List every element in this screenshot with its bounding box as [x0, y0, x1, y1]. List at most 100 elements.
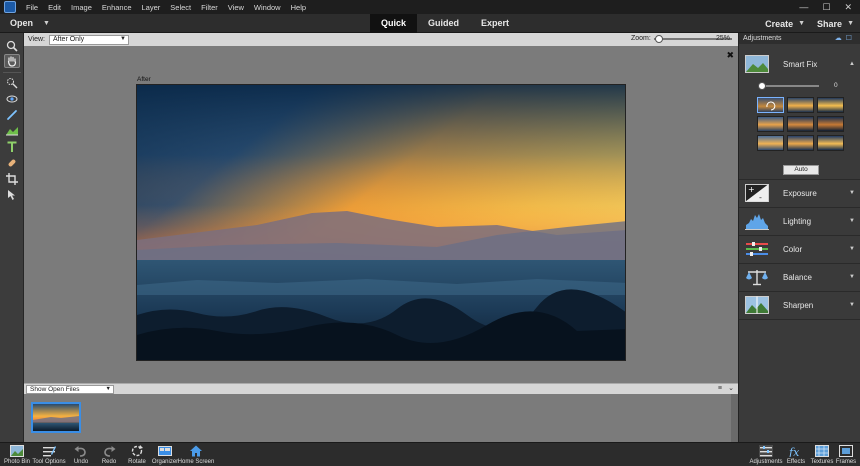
- straighten-icon: [6, 127, 18, 136]
- straighten-tool[interactable]: [4, 124, 20, 138]
- window-controls: — ☐ ✕: [799, 2, 852, 12]
- panel-divider: [739, 263, 860, 264]
- color-label: Color: [783, 244, 803, 254]
- mode-tabs: Quick Guided Expert: [370, 14, 520, 33]
- thumbnail-image: [33, 404, 79, 431]
- preset-thumbnail[interactable]: [787, 116, 814, 132]
- sharpen-header[interactable]: Sharpen ▼: [739, 294, 860, 316]
- svg-text:fx: fx: [789, 446, 800, 457]
- view-select[interactable]: After Only ▼: [49, 34, 129, 45]
- sharpen-icon: [745, 296, 769, 314]
- menu-view[interactable]: View: [228, 3, 244, 12]
- zoom-tool[interactable]: [4, 39, 20, 53]
- chevron-down-icon: ▼: [849, 302, 855, 308]
- menu-select[interactable]: Select: [170, 3, 191, 12]
- spot-healing-tool[interactable]: [4, 156, 20, 170]
- create-button[interactable]: Create ▼: [765, 19, 805, 29]
- menu-image[interactable]: Image: [71, 3, 92, 12]
- preset-thumbnail[interactable]: [787, 135, 814, 151]
- tab-quick[interactable]: Quick: [370, 14, 418, 33]
- quick-selection-tool[interactable]: [4, 76, 20, 90]
- auto-button[interactable]: Auto: [783, 165, 819, 175]
- view-select-value: After Only: [53, 36, 85, 43]
- app-logo-icon: [4, 1, 16, 13]
- share-button[interactable]: Share ▼: [817, 19, 854, 29]
- photo-bin-thumbnail[interactable]: [31, 402, 81, 433]
- crop-tool[interactable]: [4, 172, 20, 186]
- open-button[interactable]: Open ▼: [10, 18, 50, 28]
- lighting-header[interactable]: Lighting ▼: [739, 210, 860, 232]
- photo-bin-bar: Show Open Files ▼ ≡ ⌄: [24, 383, 738, 394]
- menu-file[interactable]: File: [26, 3, 38, 12]
- preset-thumbnail[interactable]: [817, 135, 844, 151]
- smart-fix-header[interactable]: Smart Fix ▲: [739, 53, 860, 75]
- frames-icon: [839, 445, 853, 457]
- smart-fix-value: 0: [834, 82, 838, 89]
- zoom-slider-thumb[interactable]: [655, 35, 664, 43]
- panel-divider: [739, 291, 860, 292]
- tools-panel: [0, 33, 24, 442]
- effects-icon: fx: [789, 445, 803, 457]
- photo-bin-label: Photo Bin: [3, 459, 31, 465]
- frames-button[interactable]: Frames: [826, 445, 860, 465]
- home-icon: [189, 445, 203, 457]
- home-screen-button[interactable]: Home Screen: [176, 445, 216, 465]
- menu-filter[interactable]: Filter: [201, 3, 218, 12]
- maximize-button[interactable]: ☐: [822, 2, 830, 12]
- share-label: Share: [817, 18, 843, 29]
- hand-tool[interactable]: [4, 54, 20, 68]
- right-actions: Create ▼ Share ▼: [765, 14, 854, 33]
- chevron-down-icon: ▼: [849, 246, 855, 252]
- color-header[interactable]: Color ▼: [739, 238, 860, 260]
- adjustments-panel: Adjustments ☁☐ Smart Fix ▲ 0 Auto + - Ex…: [738, 33, 860, 442]
- chevron-down-icon[interactable]: ⌄: [728, 384, 734, 392]
- smart-fix-slider[interactable]: [758, 82, 819, 90]
- photo-bin-scrollbar[interactable]: [731, 394, 738, 442]
- preset-thumbnail[interactable]: [757, 116, 784, 132]
- red-eye-icon: [6, 95, 18, 103]
- frames-label: Frames: [835, 459, 857, 465]
- preset-thumbnail[interactable]: [787, 97, 814, 113]
- preset-thumbnail[interactable]: [757, 97, 784, 113]
- menu-layer[interactable]: Layer: [142, 3, 161, 12]
- preset-thumbnail[interactable]: [757, 135, 784, 151]
- panel-header-icons[interactable]: ☁☐: [835, 34, 856, 42]
- photo-bin-select[interactable]: Show Open Files ▼: [26, 384, 114, 394]
- exposure-header[interactable]: + - Exposure ▼: [739, 182, 860, 204]
- reset-icon: [766, 101, 776, 111]
- preset-thumbnail[interactable]: [817, 116, 844, 132]
- panel-divider: [739, 235, 860, 236]
- bin-menu-icon[interactable]: ≡: [718, 385, 722, 392]
- redo-label: Redo: [101, 459, 117, 465]
- move-tool[interactable]: [4, 188, 20, 202]
- menu-help[interactable]: Help: [291, 3, 306, 12]
- type-tool[interactable]: [4, 140, 20, 154]
- whiten-teeth-tool[interactable]: [4, 108, 20, 122]
- chevron-down-icon: ▼: [849, 274, 855, 280]
- menu-window[interactable]: Window: [254, 3, 281, 12]
- tab-guided[interactable]: Guided: [417, 14, 470, 33]
- smart-fix-slider-thumb[interactable]: [758, 82, 766, 90]
- balance-icon: [746, 270, 768, 286]
- close-window-button[interactable]: ✕: [844, 2, 852, 12]
- balance-header[interactable]: Balance ▼: [739, 266, 860, 288]
- panel-divider: [739, 319, 860, 320]
- zoom-icon: [6, 40, 18, 52]
- exposure-icon: + -: [745, 184, 769, 202]
- tab-expert[interactable]: Expert: [470, 14, 520, 33]
- document-image[interactable]: [136, 84, 626, 361]
- rotate-label: Rotate: [128, 459, 146, 465]
- exposure-label: Exposure: [783, 188, 817, 198]
- preset-thumbnail[interactable]: [817, 97, 844, 113]
- chevron-down-icon: ▼: [849, 218, 855, 224]
- menu-edit[interactable]: Edit: [48, 3, 61, 12]
- panel-title: Adjustments: [743, 35, 782, 42]
- close-document-icon[interactable]: ✖: [726, 50, 734, 61]
- chevron-down-icon: ▼: [105, 385, 111, 392]
- smart-fix-presets: [757, 97, 845, 151]
- minimize-button[interactable]: —: [799, 2, 808, 12]
- menu-enhance[interactable]: Enhance: [102, 3, 132, 12]
- quick-selection-icon: [7, 78, 18, 89]
- organizer-icon: [158, 445, 172, 457]
- red-eye-tool[interactable]: [4, 92, 20, 106]
